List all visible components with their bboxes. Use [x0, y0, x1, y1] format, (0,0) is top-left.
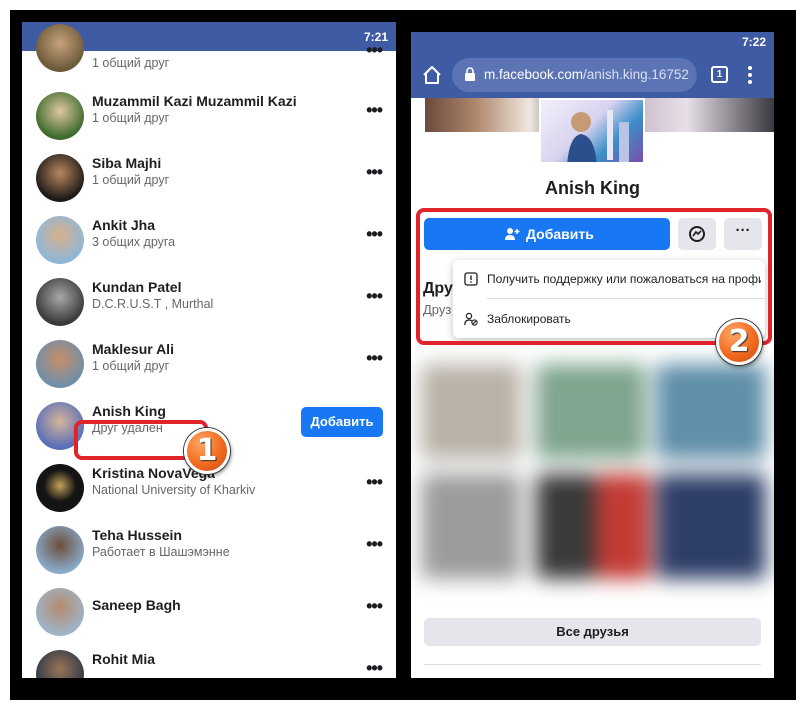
friend-subtitle: National University of Kharkiv — [92, 483, 256, 497]
url-path: /anish.king.16752 — [583, 67, 689, 82]
step-badge-2: 2 — [716, 319, 762, 365]
more-options-button[interactable]: ••• — [366, 40, 383, 61]
avatar — [36, 24, 84, 72]
avatar — [36, 526, 84, 574]
tabs-count-icon[interactable]: 1 — [711, 66, 728, 83]
friend-subtitle: 1 общий друг — [92, 56, 170, 70]
url-domain: m.facebook.com — [484, 67, 584, 82]
status-time: 7:22 — [741, 35, 766, 49]
friend-name: Anish King — [92, 403, 166, 419]
profile-photo-image — [567, 110, 629, 162]
profile-photo[interactable] — [539, 98, 645, 164]
friend-subtitle: 3 общих друга — [92, 235, 176, 249]
friend-row[interactable]: Ankit Jha 3 общих друга ••• — [22, 209, 396, 271]
lock-icon — [465, 67, 475, 81]
more-options-button[interactable]: ••• — [366, 596, 383, 617]
friend-row[interactable]: 1 общий друг ••• — [22, 22, 396, 84]
url-text: m.facebook.com/anish.king.16752 — [484, 67, 694, 82]
friend-name: Siba Majhi — [92, 155, 162, 171]
friend-name: Rohit Mia — [92, 651, 155, 667]
friend-name: Saneep Bagh — [92, 597, 181, 613]
friend-row[interactable]: Maklesur Ali 1 общий друг ••• — [22, 333, 396, 395]
friend-subtitle: 1 общий друг — [92, 173, 170, 187]
friends-list-screen: 7:21 1 общий друг ••• Muzammil Kazi Muza… — [22, 22, 396, 678]
avatar — [36, 154, 84, 202]
more-options-button[interactable]: ••• — [366, 162, 383, 183]
more-options-button[interactable]: ••• — [366, 348, 383, 369]
profile-name: Anish King — [545, 178, 640, 198]
friend-name: Kundan Patel — [92, 279, 182, 295]
friend-row[interactable]: Muzammil Kazi Muzammil Kazi 1 общий друг… — [22, 85, 396, 147]
avatar — [36, 340, 84, 388]
friend-subtitle: D.C.R.U.S.T , Murthal — [92, 297, 214, 311]
friend-name: Teha Hussein — [92, 527, 182, 543]
divider — [424, 664, 761, 665]
avatar — [36, 650, 84, 678]
kebab-menu-icon[interactable] — [747, 64, 753, 86]
home-icon[interactable] — [421, 64, 443, 86]
friend-subtitle: Работает в Шашэмэнне — [92, 545, 230, 559]
step-number: 1 — [196, 433, 218, 468]
avatar — [36, 588, 84, 636]
step-number: 2 — [728, 324, 750, 359]
more-options-button[interactable]: ••• — [366, 534, 383, 555]
highlight-profile-actions — [416, 208, 772, 345]
status-bar: 7:22 — [411, 32, 774, 52]
more-options-button[interactable]: ••• — [366, 472, 383, 493]
friend-row[interactable]: Siba Majhi 1 общий друг ••• — [22, 147, 396, 209]
friend-row[interactable]: Saneep Bagh ••• — [22, 581, 396, 643]
all-friends-button[interactable]: Все друзья — [424, 618, 761, 646]
browser-toolbar: m.facebook.com/anish.king.16752 1 — [411, 52, 774, 98]
avatar — [36, 464, 84, 512]
friend-name: Muzammil Kazi Muzammil Kazi — [92, 93, 297, 109]
more-options-button[interactable]: ••• — [366, 224, 383, 245]
friend-row[interactable]: Kundan Patel D.C.R.U.S.T , Murthal ••• — [22, 271, 396, 333]
friend-name: Ankit Jha — [92, 217, 156, 233]
avatar — [36, 278, 84, 326]
friend-row[interactable]: Rohit Mia ••• — [22, 643, 396, 678]
more-options-button[interactable]: ••• — [366, 100, 383, 121]
friend-subtitle: 1 общий друг — [92, 111, 170, 125]
friend-subtitle: 1 общий друг — [92, 359, 170, 373]
more-options-button[interactable]: ••• — [366, 286, 383, 307]
address-bar[interactable]: m.facebook.com/anish.king.16752 — [452, 58, 697, 92]
tab-count: 1 — [716, 69, 723, 80]
add-friend-button[interactable]: Добавить — [301, 407, 383, 437]
friend-row[interactable]: Teha Hussein Работает в Шашэмэнне ••• — [22, 519, 396, 581]
step-badge-1: 1 — [184, 428, 230, 474]
blurred-friends-grid — [411, 354, 774, 604]
more-options-button[interactable]: ••• — [366, 658, 383, 678]
avatar — [36, 216, 84, 264]
avatar — [36, 92, 84, 140]
friend-name: Maklesur Ali — [92, 341, 174, 357]
